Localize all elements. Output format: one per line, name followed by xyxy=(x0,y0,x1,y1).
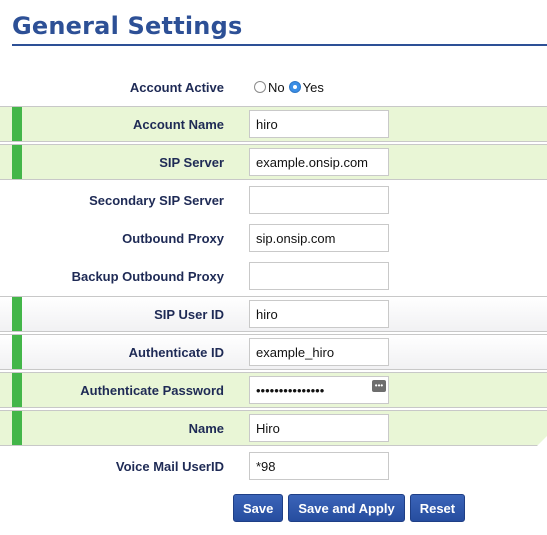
page-title: General Settings xyxy=(12,12,243,40)
title-underline xyxy=(12,44,547,46)
password-keychain-icon[interactable]: ••• xyxy=(372,380,386,392)
name-row: Name xyxy=(0,410,547,446)
account-active-radio-group: No Yes xyxy=(254,69,328,105)
account-active-label: Account Active xyxy=(129,79,224,95)
authenticate-password-row: Authenticate Password ••• xyxy=(0,372,547,408)
save-and-apply-button[interactable]: Save and Apply xyxy=(288,494,405,522)
account-name-input[interactable] xyxy=(249,110,389,138)
row-corner-notch xyxy=(537,436,547,446)
secondary-sip-server-row: Secondary SIP Server xyxy=(0,182,547,218)
voice-mail-userid-input[interactable] xyxy=(249,452,389,480)
authenticate-id-label: Authenticate ID xyxy=(128,344,224,360)
outbound-proxy-input[interactable] xyxy=(249,224,389,252)
voice-mail-userid-row: Voice Mail UserID xyxy=(0,448,547,484)
outbound-proxy-row: Outbound Proxy xyxy=(0,220,547,256)
row-accent-bar xyxy=(12,145,22,179)
secondary-sip-server-input[interactable] xyxy=(249,186,389,214)
account-name-row: Account Name xyxy=(0,106,547,142)
account-active-no-radio[interactable] xyxy=(254,81,266,93)
backup-outbound-proxy-row: Backup Outbound Proxy xyxy=(0,258,547,294)
sip-server-row: SIP Server xyxy=(0,144,547,180)
secondary-sip-server-label: Secondary SIP Server xyxy=(89,192,224,208)
outbound-proxy-label: Outbound Proxy xyxy=(122,230,224,246)
authenticate-id-row: Authenticate ID xyxy=(0,334,547,370)
authenticate-id-input[interactable] xyxy=(249,338,389,366)
sip-server-label: SIP Server xyxy=(159,154,224,170)
account-active-yes-radio[interactable] xyxy=(288,81,301,93)
row-accent-bar xyxy=(12,411,22,445)
name-input[interactable] xyxy=(249,414,389,442)
row-accent-bar xyxy=(12,107,22,141)
account-active-row: Account Active No Yes xyxy=(0,69,547,105)
account-active-yes-label[interactable]: Yes xyxy=(303,80,324,95)
sip-user-id-row: SIP User ID xyxy=(0,296,547,332)
row-accent-bar xyxy=(12,373,22,407)
row-accent-bar xyxy=(12,335,22,369)
account-name-label: Account Name xyxy=(132,116,224,132)
account-active-no-label[interactable]: No xyxy=(268,80,285,95)
save-button[interactable]: Save xyxy=(233,494,284,522)
backup-outbound-proxy-input[interactable] xyxy=(249,262,389,290)
row-accent-bar xyxy=(12,297,22,331)
authenticate-password-input[interactable] xyxy=(249,376,389,404)
backup-outbound-proxy-label: Backup Outbound Proxy xyxy=(71,268,224,284)
sip-user-id-input[interactable] xyxy=(249,300,389,328)
voice-mail-userid-label: Voice Mail UserID xyxy=(115,458,224,474)
authenticate-password-label: Authenticate Password xyxy=(80,382,224,398)
name-label: Name xyxy=(188,420,224,436)
sip-server-input[interactable] xyxy=(249,148,389,176)
sip-user-id-label: SIP User ID xyxy=(154,306,224,322)
reset-button[interactable]: Reset xyxy=(409,494,466,522)
action-buttons: Save Save and Apply Reset xyxy=(233,494,466,522)
